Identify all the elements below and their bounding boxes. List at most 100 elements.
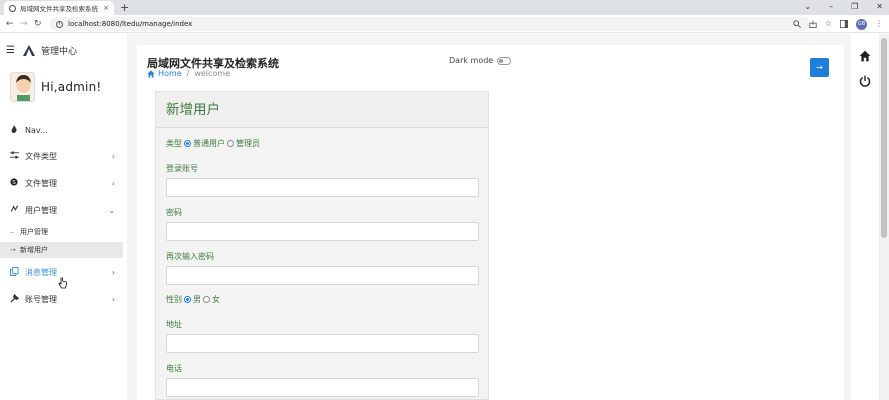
breadcrumb-home[interactable]: Home	[147, 69, 182, 78]
sidebar-item-label: 文件类型	[25, 151, 57, 161]
share-icon[interactable]	[809, 20, 817, 28]
tab-title: 局域网文件共享及检索系统	[20, 5, 98, 13]
sliders-icon	[10, 151, 22, 161]
sidebar-item-label: 用户管理	[25, 205, 57, 215]
power-icon[interactable]	[859, 75, 871, 87]
fire-icon	[10, 125, 22, 135]
subitem-add-user[interactable]: → 新增用户	[0, 242, 123, 258]
star-icon[interactable]: ☆	[825, 17, 832, 31]
breadcrumb-separator: /	[186, 69, 190, 78]
url-text: localhost:8080/ltedu/manage/index	[68, 20, 193, 28]
avatar	[10, 72, 35, 102]
dark-mode-label: Dark mode	[449, 56, 494, 65]
browser-tab-bar: 局域网文件共享及检索系统 × + ⌄ – ❐ ✕	[0, 0, 889, 15]
breadcrumb-current: welcome	[194, 69, 231, 78]
more-menu-icon[interactable]: ⋮	[875, 17, 883, 31]
chevron-right-icon: ›	[111, 267, 115, 277]
zoom-icon[interactable]	[793, 20, 801, 28]
sidebar-item-file-manage[interactable]: S 文件管理 ›	[0, 172, 127, 194]
window-controls: ⌄ – ❐ ✕	[804, 0, 883, 14]
user-type-row: 类型 普通用户 管理员	[166, 138, 260, 149]
dark-mode-toggle[interactable]: Dark mode	[449, 56, 512, 65]
sidebar-item-nav[interactable]: Nav...	[0, 119, 127, 141]
right-rail	[851, 34, 879, 400]
profile-avatar[interactable]: GB	[856, 18, 867, 30]
sidebar-item-file-types[interactable]: 文件类型 ›	[0, 145, 127, 167]
copy-icon	[10, 266, 22, 278]
window-close-icon[interactable]: ✕	[876, 0, 883, 14]
breadcrumb: Home / welcome	[147, 69, 230, 78]
password-label: 密码	[166, 208, 182, 217]
radio-male[interactable]	[184, 296, 191, 303]
info-icon[interactable]: i	[56, 20, 63, 28]
sidebar-item-accounts[interactable]: 账号管理 ›	[0, 288, 127, 310]
password-input[interactable]	[166, 222, 479, 241]
skype-icon: S	[10, 178, 22, 188]
subitem-label: 新增用户	[20, 246, 48, 254]
confirm-password-label: 再次输入密码	[166, 252, 214, 261]
sidebar-item-label: Nav...	[25, 125, 48, 135]
forward-action-button[interactable]: →	[810, 58, 829, 77]
add-user-form: 新增用户 类型 普通用户 管理员 登录账号 密码 再次输入密码 性别 男 女 地…	[155, 91, 489, 400]
site-favicon-icon	[9, 4, 16, 12]
logo-icon	[22, 45, 35, 56]
network-icon	[10, 205, 22, 215]
form-title: 新增用户	[156, 92, 488, 128]
radio-admin[interactable]	[227, 140, 234, 147]
confirm-password-input[interactable]	[166, 266, 479, 285]
sidebar-item-user-manage[interactable]: 用户管理 ⌄	[0, 199, 127, 221]
greeting-text: Hi,admin!	[41, 80, 102, 94]
sidebar-item-label: 账号管理	[25, 294, 57, 304]
phone-label: 电话	[166, 364, 182, 373]
home-icon[interactable]	[859, 50, 871, 62]
sidebar-item-label: 文件管理	[25, 178, 57, 188]
dash-icon: –	[10, 228, 14, 236]
chevron-down-icon[interactable]: ⌄	[804, 0, 811, 14]
radio-normal-user[interactable]	[184, 140, 191, 147]
tool-icon	[10, 293, 22, 305]
phone-input[interactable]	[166, 378, 479, 397]
user-type-label: 类型	[166, 139, 182, 148]
address-label: 地址	[166, 320, 182, 329]
reload-icon[interactable]: ↻	[34, 17, 42, 31]
sidebar-brand: ☰ 管理中心	[6, 44, 77, 57]
chevron-right-icon: ›	[111, 151, 115, 161]
subitem-label: 用户管理	[20, 228, 48, 236]
hamburger-menu-icon[interactable]: ☰	[6, 45, 15, 56]
sidebar-item-label: 消息管理	[25, 267, 57, 277]
browser-toolbar: ☆ GB ⋮	[793, 17, 883, 31]
sidepanel-icon[interactable]	[840, 20, 848, 28]
new-tab-icon[interactable]: +	[120, 1, 129, 14]
browser-tab[interactable]: 局域网文件共享及检索系统 ×	[4, 1, 114, 15]
radio-female-label: 女	[212, 295, 220, 304]
url-field[interactable]: i localhost:8080/ltedu/manage/index	[50, 17, 810, 31]
back-icon[interactable]: ←	[6, 17, 14, 31]
address-bar-row: ← → ↻ i localhost:8080/ltedu/manage/inde…	[0, 15, 889, 33]
address-input[interactable]	[166, 334, 479, 353]
home-icon	[147, 69, 155, 78]
radio-admin-label: 管理员	[236, 139, 260, 148]
radio-normal-user-label: 普通用户	[193, 139, 225, 148]
minimize-icon[interactable]: –	[829, 0, 833, 14]
dark-mode-switch[interactable]	[497, 56, 512, 65]
brand-title: 管理中心	[40, 47, 77, 57]
radio-male-label: 男	[193, 295, 201, 304]
account-label: 登录账号	[166, 164, 198, 173]
main-area: 局域网文件共享及检索系统 Home / welcome Dark mode → …	[127, 34, 879, 400]
tab-close-icon[interactable]: ×	[103, 4, 109, 12]
page-scrollbar[interactable]	[879, 34, 889, 400]
forward-icon[interactable]: →	[20, 17, 28, 31]
radio-female[interactable]	[203, 296, 210, 303]
arrow-icon: →	[10, 246, 16, 254]
scrollbar-thumb[interactable]	[881, 38, 887, 238]
chevron-down-icon: ⌄	[108, 205, 115, 215]
sidebar: ☰ 管理中心 Hi,admin! Nav... 文件类型 › S 文件管理 › …	[0, 34, 127, 400]
content-panel: 局域网文件共享及检索系统 Home / welcome Dark mode → …	[137, 45, 844, 400]
gender-row: 性别 男 女	[166, 294, 220, 305]
account-input[interactable]	[166, 178, 479, 197]
svg-text:S: S	[12, 180, 16, 186]
hand-cursor-icon	[58, 277, 67, 289]
restore-icon[interactable]: ❐	[851, 0, 858, 14]
subitem-user-list[interactable]: – 用户管理	[0, 224, 123, 240]
chevron-right-icon: ›	[111, 294, 115, 304]
